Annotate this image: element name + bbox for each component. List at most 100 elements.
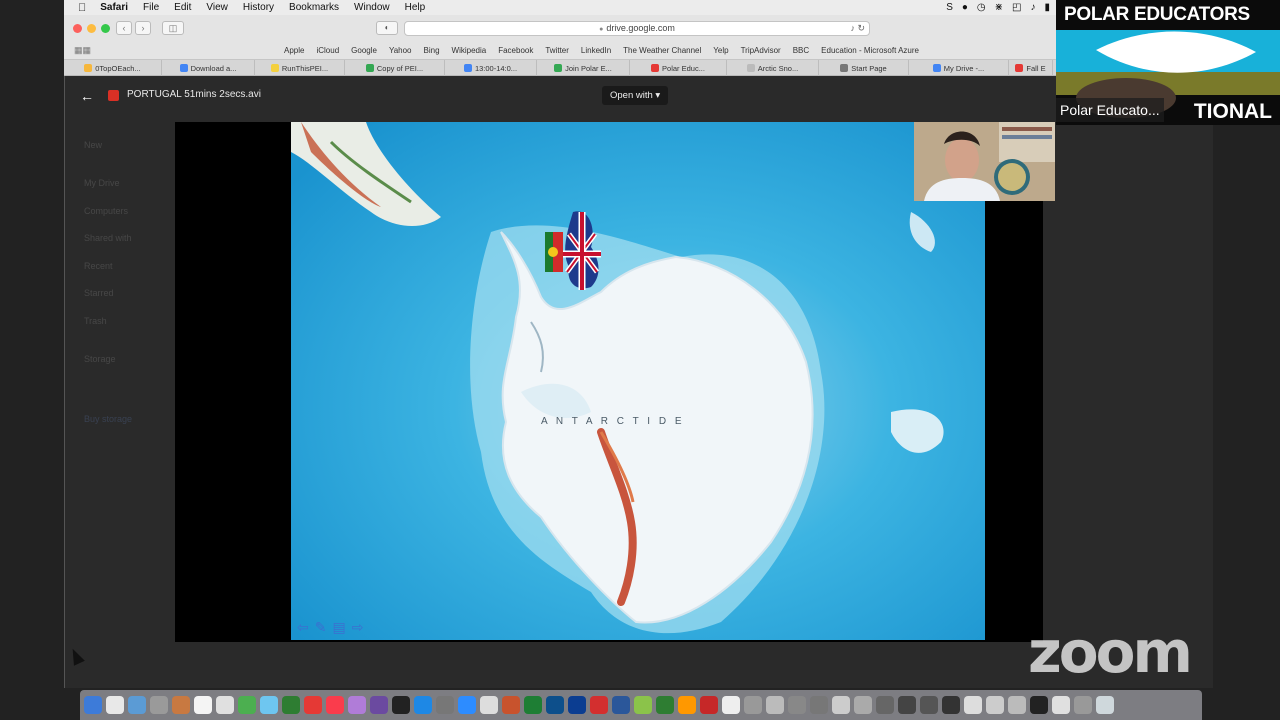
dock-app-icon[interactable] [612, 696, 630, 714]
dock-app-icon[interactable] [678, 696, 696, 714]
video-player[interactable]: A N T A R C T I D E ⇦ ✎ ▤ ⇨ [175, 122, 1043, 642]
dock-app-icon[interactable] [502, 696, 520, 714]
browser-tab[interactable]: My Drive -... [909, 60, 1009, 76]
back-button[interactable]: ‹ [116, 21, 132, 35]
dock-app-icon[interactable] [590, 696, 608, 714]
browser-tab[interactable]: Start Page [819, 60, 909, 76]
menu-app-name[interactable]: Safari [100, 2, 128, 13]
dock-app-icon[interactable] [524, 696, 542, 714]
favorite-azure[interactable]: Education - Microsoft Azure [821, 46, 919, 55]
privacy-report-button[interactable]: ◐ [376, 21, 398, 35]
slide-menu-icon[interactable]: ▤ [332, 619, 345, 636]
browser-tab[interactable]: Polar Educ... [630, 60, 727, 76]
next-slide-icon[interactable]: ⇨ [352, 619, 364, 636]
dock-app-icon[interactable] [832, 696, 850, 714]
dock-app-icon[interactable] [172, 696, 190, 714]
dock-app-icon[interactable] [1008, 696, 1026, 714]
dock-app-icon[interactable] [304, 696, 322, 714]
favorite-wikipedia[interactable]: Wikipedia [452, 46, 487, 55]
favorite-yahoo[interactable]: Yahoo [389, 46, 412, 55]
favorite-apple[interactable]: Apple [284, 46, 304, 55]
dock-app-icon[interactable] [282, 696, 300, 714]
dock-app-icon[interactable] [854, 696, 872, 714]
favorite-linkedin[interactable]: LinkedIn [581, 46, 611, 55]
dock-app-icon[interactable] [810, 696, 828, 714]
dock-app-icon[interactable] [942, 696, 960, 714]
favorite-facebook[interactable]: Facebook [498, 46, 533, 55]
top-sites-icon[interactable]: ▦▦ [74, 45, 284, 56]
apple-icon[interactable]:  [78, 2, 86, 14]
browser-tab[interactable]: Fall E [1009, 60, 1053, 76]
creative-cloud-icon[interactable]: ● [962, 2, 968, 13]
browser-tab[interactable]: Arctic Sno... [727, 60, 819, 76]
volume-icon[interactable]: ♪ [1030, 2, 1035, 13]
forward-button[interactable]: › [135, 21, 151, 35]
pen-icon[interactable]: ✎ [315, 619, 327, 636]
close-window-button[interactable] [73, 24, 82, 33]
dock-app-icon[interactable] [964, 696, 982, 714]
bluetooth-icon[interactable]: ⋇ [995, 2, 1003, 13]
menu-history[interactable]: History [243, 2, 274, 13]
dock-app-icon[interactable] [128, 696, 146, 714]
dock-app-icon[interactable] [348, 696, 366, 714]
open-with-button[interactable]: Open with ▾ [602, 86, 669, 105]
favorite-weather[interactable]: The Weather Channel [623, 46, 701, 55]
wifi-icon[interactable]: ◰ [1012, 2, 1021, 13]
browser-tab[interactable]: RunThisPEI... [255, 60, 345, 76]
dock-app-icon[interactable] [1074, 696, 1092, 714]
dock-app-icon[interactable] [898, 696, 916, 714]
menu-view[interactable]: View [206, 2, 228, 13]
dock-app-icon[interactable] [656, 696, 674, 714]
dock-app-icon[interactable] [744, 696, 762, 714]
zoom-window-button[interactable] [101, 24, 110, 33]
battery-icon[interactable]: ▮ [1044, 2, 1050, 13]
dock-app-icon[interactable] [1096, 696, 1114, 714]
favorite-bbc[interactable]: BBC [793, 46, 809, 55]
dock-app-icon[interactable] [238, 696, 256, 714]
dock-app-icon[interactable] [920, 696, 938, 714]
dock-app-icon[interactable] [436, 696, 454, 714]
dock-app-icon[interactable] [216, 696, 234, 714]
browser-tab[interactable]: Join Polar E... [537, 60, 630, 76]
dock-app-icon[interactable] [1052, 696, 1070, 714]
address-bar[interactable]: ● drive.google.com ♪ ↻ [404, 21, 870, 36]
favorite-twitter[interactable]: Twitter [545, 46, 569, 55]
browser-tab[interactable]: 0TopOEach... [64, 60, 162, 76]
prev-slide-icon[interactable]: ⇦ [297, 619, 309, 636]
dock-app-icon[interactable] [986, 696, 1004, 714]
dock-app-icon[interactable] [194, 696, 212, 714]
favorite-icloud[interactable]: iCloud [316, 46, 339, 55]
dock-app-icon[interactable] [260, 696, 278, 714]
dock-app-icon[interactable] [568, 696, 586, 714]
dock-app-icon[interactable] [876, 696, 894, 714]
menu-file[interactable]: File [143, 2, 159, 13]
dock-app-icon[interactable] [370, 696, 388, 714]
sidebar-toggle-button[interactable]: ◫ [162, 21, 184, 35]
browser-tab[interactable]: 13:00-14:0... [445, 60, 537, 76]
menu-help[interactable]: Help [405, 2, 426, 13]
dock-app-icon[interactable] [546, 696, 564, 714]
minimize-window-button[interactable] [87, 24, 96, 33]
dock-app-icon[interactable] [84, 696, 102, 714]
dock-app-icon[interactable] [392, 696, 410, 714]
dock-app-icon[interactable] [150, 696, 168, 714]
dock-app-icon[interactable] [722, 696, 740, 714]
browser-tab[interactable]: Copy of PEI... [345, 60, 445, 76]
dock-app-icon[interactable] [480, 696, 498, 714]
back-arrow-icon[interactable]: ← [80, 88, 94, 104]
dock-app-icon[interactable] [326, 696, 344, 714]
dock-app-icon[interactable] [634, 696, 652, 714]
menu-bookmarks[interactable]: Bookmarks [289, 2, 339, 13]
dock-app-icon[interactable] [106, 696, 124, 714]
dock-app-icon[interactable] [458, 696, 476, 714]
dock-app-icon[interactable] [788, 696, 806, 714]
browser-tab[interactable]: Download a... [162, 60, 255, 76]
favorite-yelp[interactable]: Yelp [713, 46, 728, 55]
dock-app-icon[interactable] [414, 696, 432, 714]
favorite-google[interactable]: Google [351, 46, 377, 55]
dock-app-icon[interactable] [1030, 696, 1048, 714]
menu-edit[interactable]: Edit [174, 2, 191, 13]
menu-window[interactable]: Window [354, 2, 390, 13]
favorite-tripadvisor[interactable]: TripAdvisor [741, 46, 781, 55]
reload-icon[interactable]: ♪ ↻ [850, 22, 865, 35]
